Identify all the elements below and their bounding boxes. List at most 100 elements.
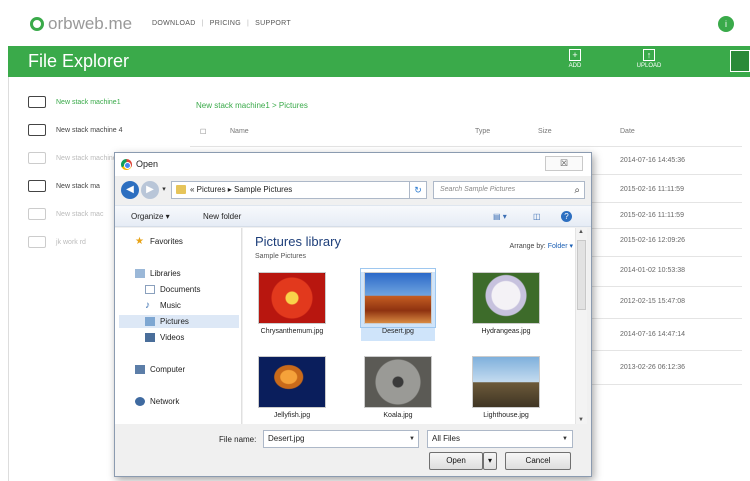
nav-pricing[interactable]: PRICING	[210, 20, 241, 27]
nav-network[interactable]: Network	[135, 397, 179, 406]
refresh-button[interactable]: ↻	[409, 181, 427, 199]
history-dropdown-icon[interactable]: ▾	[159, 181, 169, 199]
nav-favorites[interactable]: ★ Favorites	[135, 236, 183, 247]
file-name-label: File name:	[219, 435, 257, 444]
machine-item[interactable]: New stack machine1	[28, 88, 168, 116]
nav-network-label: Network	[150, 397, 180, 406]
nav-separator: |	[201, 20, 204, 27]
divider	[190, 146, 742, 147]
machine-label: jk work rd	[56, 238, 86, 246]
file-date: 2013-02-26 06:12:36	[620, 364, 685, 371]
search-icon: ⌕	[574, 185, 580, 196]
folder-icon	[176, 185, 186, 194]
file-name: Chrysanthemum.jpg	[260, 328, 324, 335]
monitor-toggle-button[interactable]	[730, 50, 750, 72]
nav-music[interactable]: ♪ Music	[145, 300, 181, 311]
search-input[interactable]: Search Sample Pictures ⌕	[433, 181, 585, 199]
file-date: 2014-07-16 14:47:14	[620, 331, 685, 338]
add-button[interactable]: + ADD	[560, 49, 590, 69]
new-folder-button[interactable]: New folder	[203, 212, 241, 221]
open-button[interactable]: Open	[429, 452, 483, 470]
dialog-title: Open	[136, 159, 159, 169]
music-icon: ♪	[145, 300, 150, 311]
machine-label: New stack machine 4	[56, 126, 123, 134]
file-date: 2014-01-02 10:53:38	[620, 267, 685, 274]
view-options-icon[interactable]: ▤ ▾	[493, 212, 507, 221]
chrysanthemum-image	[258, 272, 326, 324]
file-type-select[interactable]: All Files ▼	[427, 430, 573, 448]
nav-support[interactable]: SUPPORT	[255, 20, 291, 27]
monitor-icon	[28, 208, 46, 220]
nav-download[interactable]: DOWNLOAD	[152, 20, 196, 27]
file-date: 2015-02-16 11:11:59	[620, 186, 684, 193]
file-thumbnail[interactable]: Koala.jpg	[361, 356, 435, 419]
nav-libraries-label: Libraries	[150, 269, 181, 278]
file-date: 2015-02-16 11:11:59	[620, 212, 684, 219]
file-thumbnail[interactable]: Chrysanthemum.jpg	[255, 272, 329, 335]
scroll-down-icon[interactable]: ▼	[578, 417, 584, 423]
address-bar[interactable]: « Pictures ▸ Sample Pictures	[171, 181, 427, 199]
column-date[interactable]: Date	[620, 128, 635, 135]
upload-icon: ↑	[643, 49, 655, 61]
address-row: ◀ ▶ ▾ « Pictures ▸ Sample Pictures ↻ Sea…	[119, 180, 589, 202]
koala-image	[364, 356, 432, 408]
file-name-input[interactable]: Desert.jpg ▼	[263, 430, 419, 448]
avatar[interactable]: i	[718, 16, 734, 32]
arrange-label: Arrange by:	[509, 243, 546, 250]
scroll-up-icon[interactable]: ▲	[578, 229, 584, 235]
arrange-by[interactable]: Arrange by: Folder ▾	[510, 242, 573, 250]
add-icon: +	[569, 49, 581, 61]
file-thumbnail[interactable]: Desert.jpg	[360, 268, 436, 341]
nav-videos-label: Videos	[160, 333, 185, 342]
column-type[interactable]: Type	[475, 128, 490, 135]
nav-pictures-label: Pictures	[160, 317, 189, 326]
machine-label: New stack machine1	[56, 98, 121, 106]
column-name[interactable]: Name	[230, 128, 249, 135]
preview-pane-icon[interactable]: ◫	[533, 212, 541, 221]
header-bar: File Explorer + ADD ↑ UPLOAD	[8, 46, 750, 77]
scrollbar-thumb[interactable]	[577, 240, 586, 310]
close-button[interactable]: ☒	[545, 156, 583, 171]
forward-button[interactable]: ▶	[141, 181, 159, 199]
nav-pictures[interactable]: Pictures	[119, 315, 239, 328]
nav-computer[interactable]: Computer	[135, 365, 185, 374]
organize-menu[interactable]: Organize ▾	[131, 212, 170, 221]
machine-item[interactable]: New stack machine 4	[28, 116, 168, 144]
nav-libraries[interactable]: Libraries	[135, 269, 181, 278]
cancel-button[interactable]: Cancel	[505, 452, 571, 470]
select-all-checkbox[interactable]: ☐	[200, 128, 206, 136]
upload-button[interactable]: ↑ UPLOAD	[634, 49, 664, 69]
arrange-value[interactable]: Folder ▾	[548, 243, 573, 250]
file-thumbnail[interactable]: Hydrangeas.jpg	[469, 272, 543, 335]
machine-label: New stack mac	[56, 210, 104, 218]
cancel-label: Cancel	[525, 456, 551, 465]
upload-label: UPLOAD	[636, 63, 662, 69]
file-thumbnail[interactable]: Lighthouse.jpg	[469, 356, 543, 419]
address-path: « Pictures ▸ Sample Pictures	[190, 185, 293, 194]
nav-documents[interactable]: Documents	[145, 285, 200, 294]
nav-videos[interactable]: Videos	[145, 333, 184, 342]
back-button[interactable]: ◀	[121, 181, 139, 199]
nav-music-label: Music	[160, 301, 181, 310]
documents-icon	[145, 285, 155, 294]
navigation-pane: ★ Favorites Libraries Documents ♪ Music Pi…	[115, 228, 242, 424]
computer-icon	[135, 365, 145, 374]
help-icon[interactable]: ?	[561, 211, 572, 222]
open-options-button[interactable]: ▾	[483, 452, 497, 470]
file-thumbnail[interactable]: Jellyfish.jpg	[255, 356, 329, 419]
column-size[interactable]: Size	[538, 128, 552, 135]
desert-image	[360, 268, 436, 328]
file-name: Lighthouse.jpg	[483, 412, 529, 419]
logo[interactable]: orbweb.me	[30, 14, 132, 34]
content-scrollbar[interactable]: ▲ ▼	[575, 228, 587, 424]
dialog-title-bar[interactable]: Open ☒	[115, 153, 591, 176]
top-nav: DOWNLOAD | PRICING | SUPPORT	[152, 20, 291, 27]
file-name: Koala.jpg	[383, 412, 413, 419]
file-date: 2012-02-15 15:47:08	[620, 298, 685, 305]
star-icon: ★	[135, 236, 144, 247]
chevron-down-icon[interactable]: ▼	[562, 431, 568, 447]
chevron-down-icon[interactable]: ▼	[409, 431, 415, 447]
breadcrumb[interactable]: New stack machine1 > Pictures	[196, 101, 308, 110]
videos-icon	[145, 333, 155, 342]
jellyfish-image	[258, 356, 326, 408]
